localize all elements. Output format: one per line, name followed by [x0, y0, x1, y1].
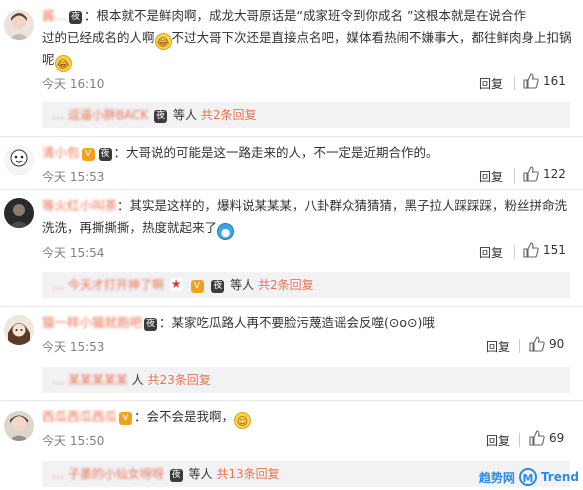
username-link[interactable]: 清小包	[42, 145, 80, 160]
avatar[interactable]	[4, 411, 34, 441]
like-count: 151	[543, 243, 566, 257]
comment-text: 过的已经成名的人啊	[42, 30, 155, 45]
like-count: 122	[543, 167, 566, 181]
like-button[interactable]: 122	[523, 166, 566, 182]
laugh-cry-emoji-icon: 😂	[154, 33, 172, 50]
divider	[519, 339, 520, 353]
view-replies-link[interactable]: 共2条回复	[201, 108, 257, 122]
comment-text: 不过大哥下次还是直接点名吧，媒体看热闹不嫌事大，都往鲜肉身上扣锅	[171, 30, 572, 45]
avatar[interactable]	[4, 315, 34, 345]
divider	[0, 400, 583, 401]
timestamp: 今天 15:50	[42, 434, 105, 448]
star-badge-icon: ★	[169, 277, 183, 291]
like-button[interactable]: 90	[529, 336, 564, 352]
like-count: 161	[543, 74, 566, 88]
replier-names: 今天才打开神了啊	[67, 278, 164, 292]
member-badge-icon: 夜	[169, 469, 183, 482]
reply-button[interactable]: 回复	[486, 338, 510, 355]
view-replies-link[interactable]: 共2条回复	[258, 278, 314, 292]
comment-body: 等火红小叫茶：其实是这样的，爆料说某某某，八卦群众猜猜猜，黑子拉人踩踩踩，粉丝拼…	[42, 195, 575, 217]
thread-suffix: 等人	[188, 467, 213, 481]
thread-suffix: 人	[131, 373, 144, 387]
vip-badge-icon: V	[81, 148, 95, 161]
replier-names[interactable]: …	[52, 373, 64, 387]
comment-text: 呢	[42, 52, 55, 67]
replier-names: 逗逼小胖BACK	[67, 108, 149, 122]
vip-badge-icon: V	[190, 280, 204, 293]
like-button[interactable]: 69	[529, 430, 564, 446]
reply-thread-bar: … 今天才打开神了啊 ★ V 夜 等人 共2条回复	[42, 272, 570, 298]
comment-body: 酱… 夜：根本就不是鲜肉啊，成龙大哥原话是“成家班令到你成名 ”这根本就是在说合作	[42, 5, 575, 27]
thread-suffix: 等人	[172, 108, 197, 122]
timestamp: 今天 15:54	[42, 246, 105, 260]
reply-thread-bar: … 某某某某某 人 共23条回复	[42, 367, 570, 393]
watermark-text: 趋势网	[478, 470, 515, 485]
avatar[interactable]	[4, 10, 34, 40]
doraemon-emoji-icon: ●	[217, 223, 235, 240]
member-badge-icon: 夜	[154, 110, 168, 123]
comment-text: ：根本就不是鲜肉啊，成龙大哥原话是“成家班令到你成名 ”这根本就是在说合作	[84, 8, 526, 23]
thumbs-up-icon	[529, 430, 545, 446]
member-badge-icon: 夜	[69, 11, 83, 24]
username-link[interactable]: 等火红小叫茶	[42, 198, 117, 213]
comment-text: ：大哥说的可能是这一路走来的人，不一定是近期合作的。	[113, 145, 439, 160]
comment-text: ：某家吃瓜路人再不要脸污蔑造谣会反噬(⊙o⊙)哦	[159, 315, 435, 330]
username-link[interactable]: 酱…	[42, 8, 67, 23]
reply-button[interactable]: 回复	[479, 168, 503, 185]
like-button[interactable]: 151	[523, 242, 566, 258]
reply-button[interactable]: 回复	[479, 244, 503, 261]
timestamp: 今天 15:53	[42, 170, 105, 184]
divider	[514, 169, 515, 183]
comment-body: 清小包 V 夜：大哥说的可能是这一路走来的人，不一定是近期合作的。	[42, 142, 575, 164]
vip-badge-icon: V	[119, 412, 133, 425]
watermark-brand: Trend	[540, 470, 579, 484]
divider	[0, 189, 583, 190]
thumbs-up-icon	[523, 166, 539, 182]
like-count: 90	[549, 337, 565, 351]
replier-names[interactable]: …	[52, 108, 64, 122]
member-badge-icon: 夜	[98, 148, 112, 161]
comment-body-line-3: 呢 😂	[42, 49, 575, 72]
replier-names: 子墨的小仙女呀呀	[67, 467, 164, 481]
comment-body-line-2: 洗洗，再撕撕撕，热度就起来了 ●	[42, 217, 575, 240]
reply-button[interactable]: 回复	[486, 432, 510, 449]
thumbs-up-icon	[523, 73, 539, 89]
site-watermark: 趋势网 M Trend	[479, 468, 579, 486]
replier-names: 某某某某某	[67, 373, 128, 387]
thumbs-up-icon	[523, 242, 539, 258]
avatar[interactable]	[4, 198, 34, 228]
member-badge-icon: 夜	[211, 280, 225, 293]
timestamp: 今天 15:53	[42, 340, 105, 354]
reply-thread-bar: … 逗逼小胖BACK 夜 等人 共2条回复	[42, 102, 570, 128]
trend-logo-icon: M	[518, 468, 537, 486]
comment-text: ：其实是这样的，爆料说某某某，八卦群众猜猜猜，黑子拉人踩踩踩，粉丝拼命洗	[117, 198, 568, 213]
thread-suffix: 等人	[230, 278, 255, 292]
comment-body: 猫一样小猫就跑吧夜：某家吃瓜路人再不要脸污蔑造谣会反噬(⊙o⊙)哦	[42, 312, 575, 334]
laugh-cry-emoji-icon: 😂	[54, 55, 72, 72]
timestamp: 今天 16:10	[42, 77, 105, 91]
member-badge-icon: 夜	[144, 318, 158, 331]
like-button[interactable]: 161	[523, 73, 566, 89]
username-link[interactable]: 猫一样小猫就跑吧	[42, 315, 142, 330]
comment-text: 洗洗，再撕撕撕，热度就起来了	[42, 220, 218, 235]
replier-names[interactable]: …	[52, 278, 64, 292]
comment-body: 西瓜西瓜西瓜 V ：会不会是我啊， ☺	[42, 406, 575, 429]
comment-body-line-2: 过的已经成名的人啊 😂 不过大哥下次还是直接点名吧，媒体看热闹不嫌事大，都往鲜肉身上…	[42, 27, 575, 50]
replier-names[interactable]: …	[52, 467, 64, 481]
like-count: 69	[549, 431, 565, 445]
shy-emoji-icon: ☺	[234, 412, 252, 429]
view-replies-link[interactable]: 共13条回复	[216, 467, 279, 481]
avatar[interactable]	[4, 145, 34, 175]
comment-text: ：会不会是我啊，	[134, 409, 235, 424]
username-link[interactable]: 西瓜西瓜西瓜	[42, 409, 117, 424]
divider	[0, 136, 583, 137]
reply-button[interactable]: 回复	[479, 75, 503, 92]
divider	[514, 76, 515, 90]
divider	[0, 306, 583, 307]
divider	[519, 433, 520, 447]
divider	[514, 245, 515, 259]
thumbs-up-icon	[529, 336, 545, 352]
view-replies-link[interactable]: 共23条回复	[148, 373, 211, 387]
